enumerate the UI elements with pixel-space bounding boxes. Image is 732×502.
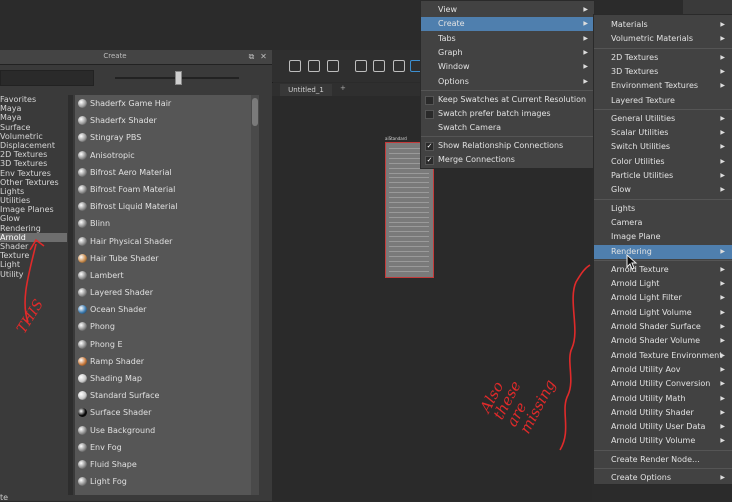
arrow-head xyxy=(29,238,45,251)
brace-stroke xyxy=(559,264,591,451)
mouse-cursor-icon xyxy=(626,254,638,270)
annotation-strokes xyxy=(24,238,591,451)
